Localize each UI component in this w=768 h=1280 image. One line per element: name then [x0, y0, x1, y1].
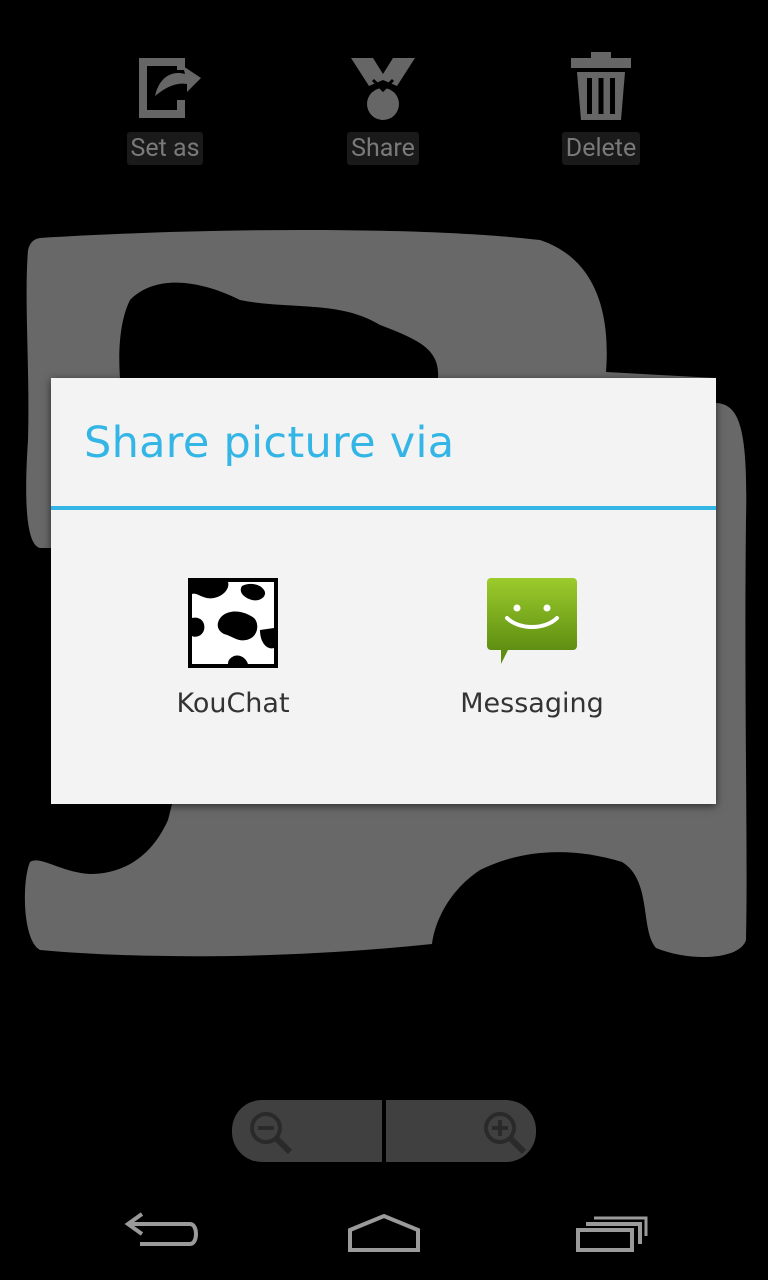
- share-icon: [351, 58, 415, 120]
- zoom-control: [232, 1100, 536, 1162]
- screen: Set as Share Delete Share picture via Ko…: [0, 0, 768, 1280]
- trash-icon: [571, 52, 631, 120]
- set-as-icon: [139, 58, 201, 118]
- dialog-divider: [51, 506, 716, 510]
- share-button[interactable]: Share: [323, 48, 443, 165]
- dialog-title: Share picture via: [84, 418, 455, 468]
- set-as-label: Set as: [126, 132, 204, 165]
- app-option-kouchat[interactable]: KouChat: [103, 568, 363, 738]
- messaging-label: Messaging: [460, 688, 604, 719]
- set-as-button[interactable]: Set as: [105, 48, 225, 165]
- app-option-messaging[interactable]: Messaging: [402, 568, 662, 738]
- kouchat-label: KouChat: [176, 688, 290, 719]
- kouchat-cow-icon: [188, 578, 278, 668]
- navigation-bar: [0, 1190, 768, 1280]
- back-icon[interactable]: [90, 1190, 230, 1280]
- messaging-smiley-icon: [487, 578, 577, 664]
- share-label: Share: [347, 132, 419, 165]
- home-icon[interactable]: [314, 1190, 454, 1280]
- share-dialog: Share picture via KouChat Messaging: [51, 378, 716, 804]
- delete-label: Delete: [561, 132, 641, 165]
- delete-button[interactable]: Delete: [541, 48, 661, 165]
- recent-apps-icon[interactable]: [540, 1190, 680, 1280]
